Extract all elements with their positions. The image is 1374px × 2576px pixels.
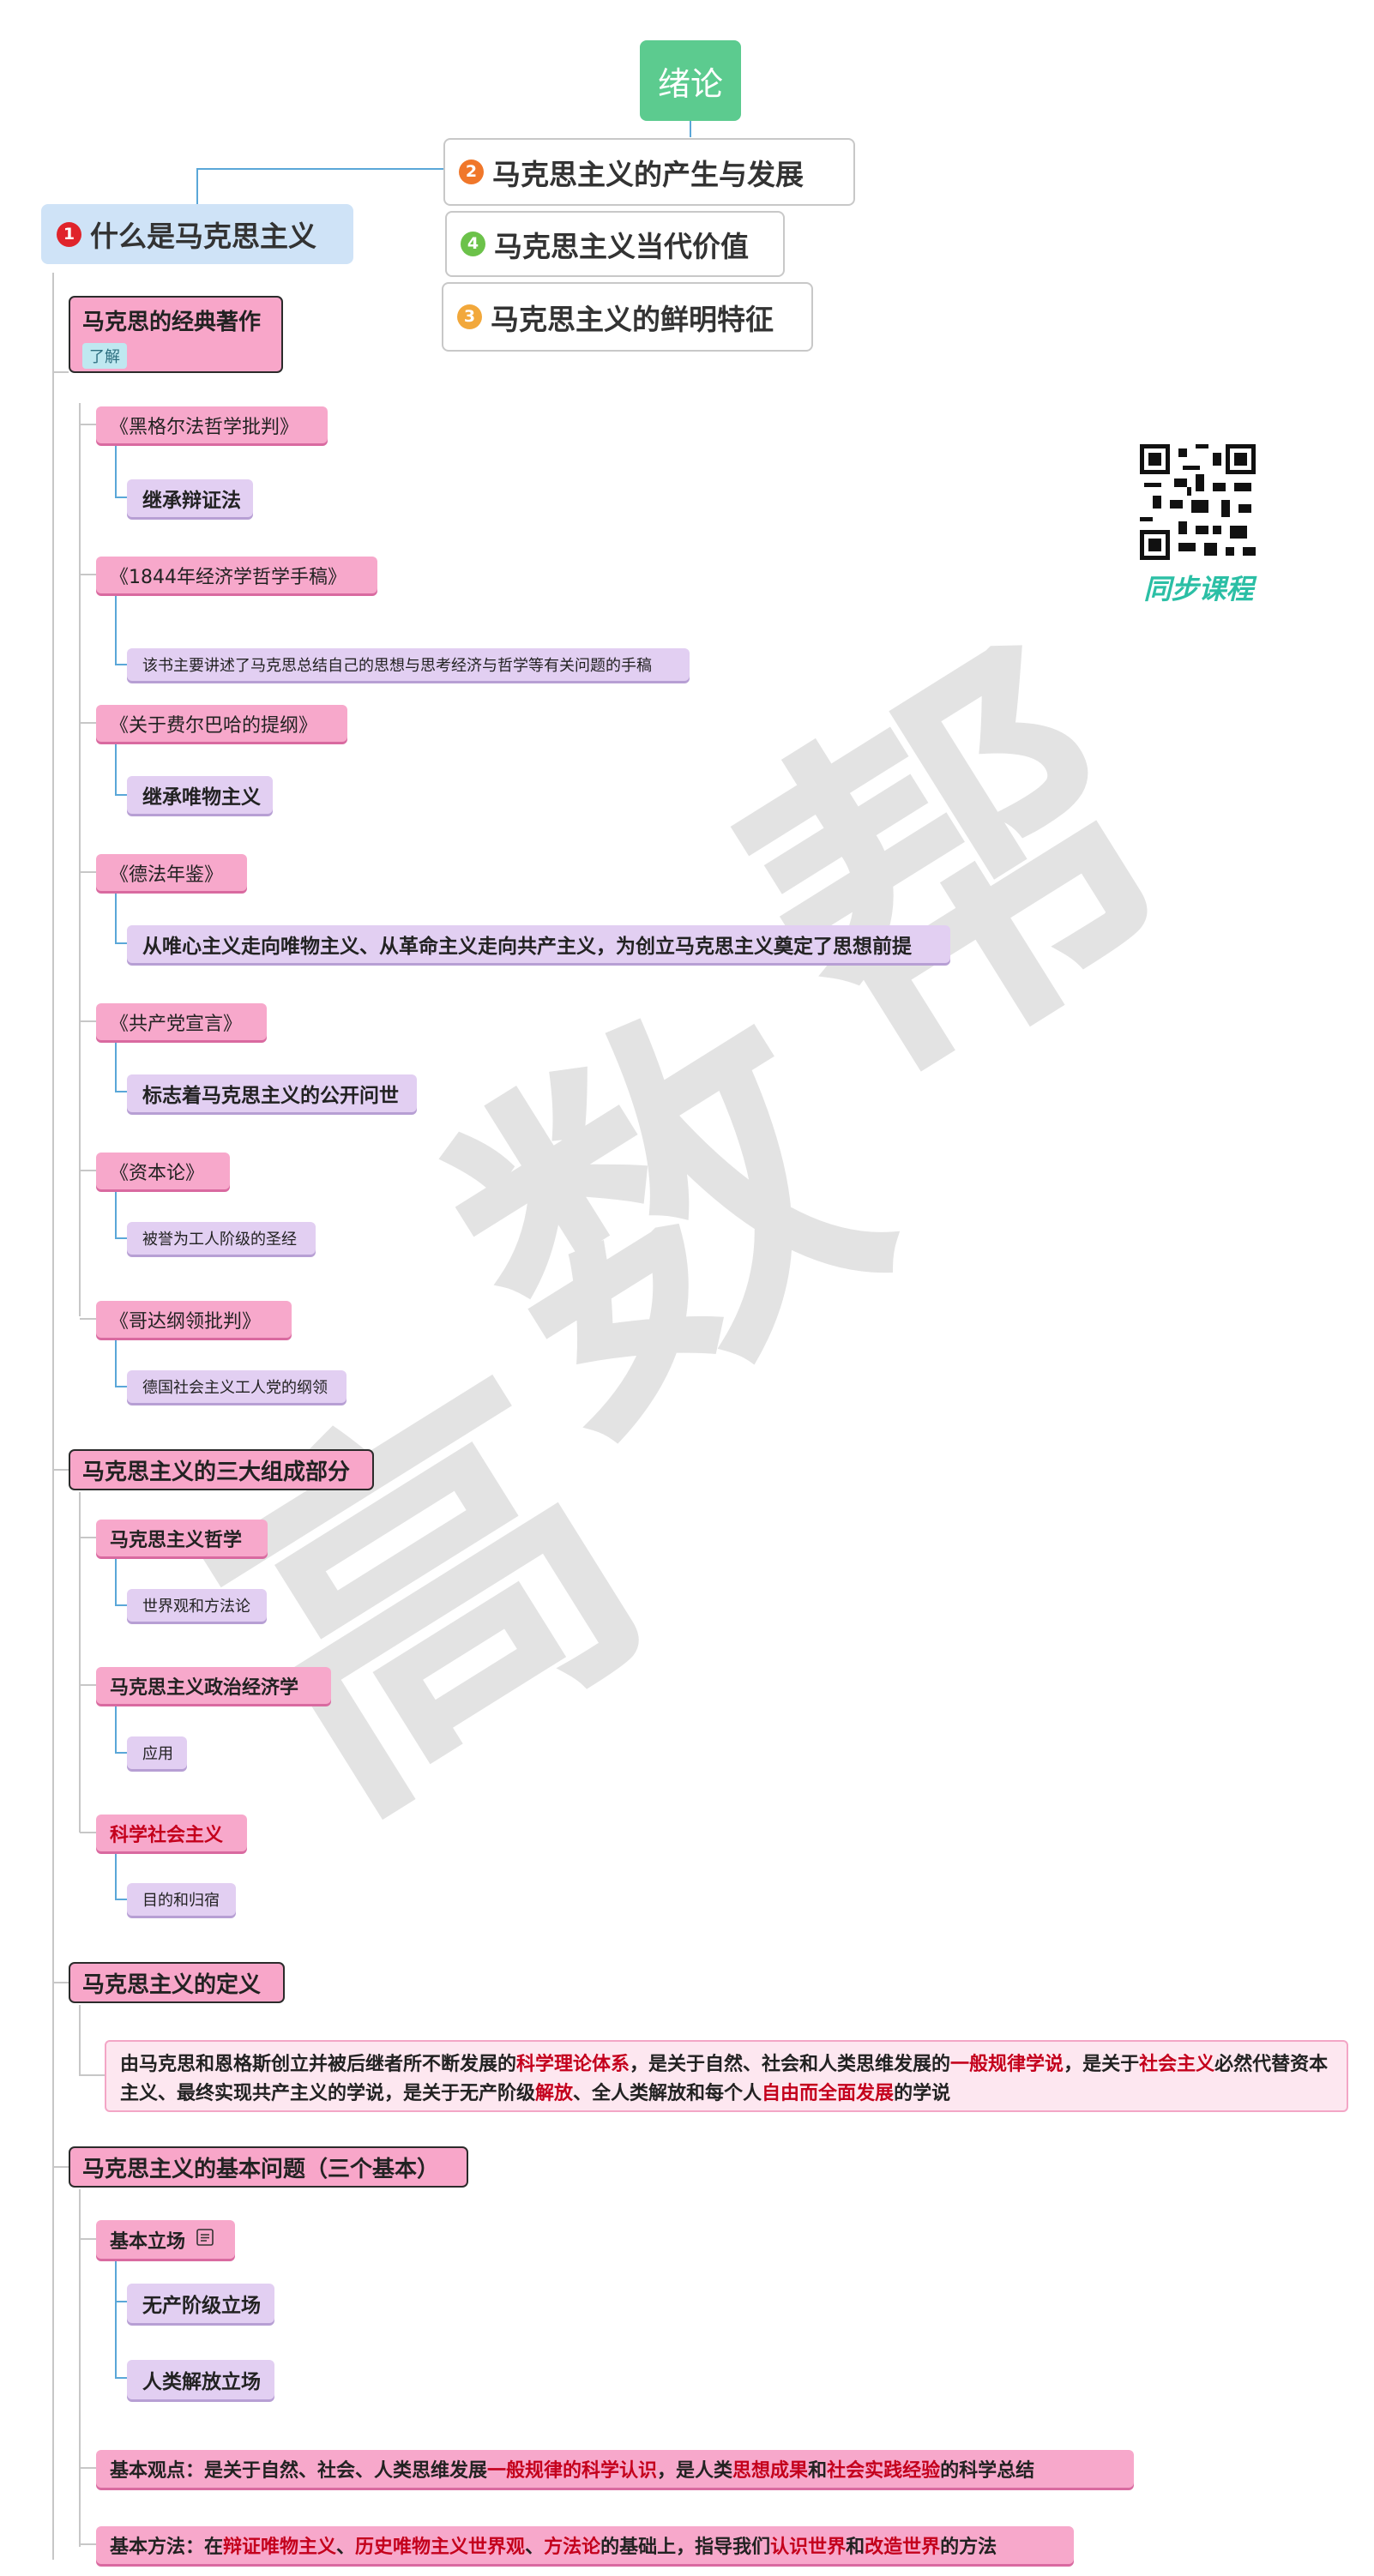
basic-viewpoint[interactable]: 基本观点：是关于自然、社会、人类思维发展 一般规律的科学认识 ，是人类 思想成果和社会… [96, 2450, 1134, 2488]
definition-part-9: 自由而全面发展 [762, 2083, 895, 2104]
method-part-5: 方法论 [544, 2537, 601, 2558]
branch-1-number-badge: 1 [57, 221, 81, 247]
understand-tag: 了解 [82, 343, 127, 369]
method-part-4: 、 [525, 2537, 545, 2558]
section-classic-works[interactable]: 马克思的经典著作 了解 [69, 296, 283, 373]
qr-caption: 同步课程 [1143, 573, 1254, 605]
section-definition[interactable]: 马克思主义的定义 [69, 1962, 285, 2003]
method-part-1: 辩证唯物主义 [223, 2537, 337, 2558]
component-scientific-socialism[interactable]: 科学社会主义 [96, 1815, 247, 1851]
basic-method[interactable]: 基本方法：在 辩证唯物主义、历史唯物主义世界观、方法论 的基础上，指导我们 认识世界和… [96, 2526, 1074, 2564]
work-hegel-critique[interactable]: 《黑格尔法哲学批判》 [96, 406, 328, 443]
work-das-kapital-desc: 被誉为工人阶级的圣经 [127, 1222, 316, 1255]
work-franco-german-annals-desc: 从唯心主义走向唯物主义、从革命主义走向共产主义，为创立马克思主义奠定了思想前提 [127, 925, 950, 963]
method-part-8: 和 [846, 2537, 865, 2558]
component-philosophy[interactable]: 马克思主义哲学 [96, 1520, 268, 1556]
stance-human-liberation: 人类解放立场 [127, 2360, 274, 2399]
method-part-7: 认识世界 [770, 2537, 847, 2558]
connector-lines [52, 121, 691, 2560]
definition-part-1: 科学理论体系 [516, 2054, 630, 2075]
method-part-2: 、 [336, 2537, 356, 2558]
definition-part-3: 一般规律学说 [950, 2054, 1064, 2075]
basic-stance-label: 基本立场 [110, 2230, 186, 2253]
qr-code-image [1140, 444, 1256, 560]
work-gotha-critique[interactable]: 《哥达纲领批判》 [96, 1301, 292, 1338]
component-political-economy[interactable]: 马克思主义政治经济学 [96, 1667, 331, 1704]
definition-part-4: ，是关于 [1064, 2054, 1140, 2075]
method-part-3: 历史唯物主义世界观 [355, 2537, 526, 2558]
work-communist-manifesto[interactable]: 《共产党宣言》 [96, 1003, 267, 1040]
definition-part-7: 解放 [535, 2083, 574, 2104]
section-classic-works-label: 马克思的经典著作 [82, 310, 262, 335]
work-communist-manifesto-desc: 标志着马克思主义的公开问世 [127, 1074, 417, 1112]
definition-part-10: 的学说 [894, 2083, 951, 2104]
method-part-0: 基本方法：在 [110, 2537, 224, 2558]
work-hegel-critique-desc: 继承辩证法 [127, 479, 253, 517]
branch-4-number-badge: 4 [461, 232, 485, 256]
definition-part-2: ，是关于自然、社会和人类思维发展的 [630, 2054, 951, 2075]
branch-4-label: 马克思主义当代价值 [494, 229, 749, 263]
viewpoint-part-4: 和 [808, 2460, 828, 2482]
viewpoint-part-5: 社会实践经验 [827, 2460, 941, 2482]
component-political-economy-desc: 应用 [127, 1736, 187, 1769]
method-part-9: 改造世界 [865, 2537, 941, 2558]
section-three-components[interactable]: 马克思主义的三大组成部分 [69, 1449, 374, 1490]
branch-1-label: 什么是马克思主义 [90, 220, 316, 253]
definition-part-5: 社会主义 [1139, 2054, 1215, 2075]
section-basic-questions[interactable]: 马克思主义的基本问题（三个基本） [69, 2146, 468, 2188]
branch-3-number-badge: 3 [457, 304, 482, 329]
work-das-kapital[interactable]: 《资本论》 [96, 1153, 230, 1189]
branch-3-label: 马克思主义的鲜明特征 [491, 302, 774, 336]
work-1844-manuscripts-desc: 该书主要讲述了马克思总结自己的思想与思考经济与哲学等有关问题的手稿 [127, 648, 690, 681]
viewpoint-part-2: ，是人类 [657, 2460, 733, 2482]
definition-part-8: 、全人类解放和每个人 [573, 2083, 762, 2104]
root-node[interactable]: 绪论 [640, 40, 741, 121]
branch-2-number-badge: 2 [459, 159, 484, 184]
definition-text: 由马克思和恩格斯创立并被后继者所不断发展的科学理论体系，是关于自然、社会和人类思… [105, 2040, 1348, 2112]
branch-2-node[interactable]: 2 马克思主义的产生与发展 [443, 138, 855, 206]
work-gotha-critique-desc: 德国社会主义工人党的纲领 [127, 1370, 347, 1403]
component-philosophy-desc: 世界观和方法论 [127, 1589, 267, 1622]
branch-1-node[interactable]: 1 什么是马克思主义 [41, 204, 353, 264]
viewpoint-part-3: 思想成果 [732, 2460, 809, 2482]
branch-2-label: 马克思主义的产生与发展 [492, 157, 804, 191]
viewpoint-part-6: 的科学总结 [940, 2460, 1035, 2482]
stance-proletariat: 无产阶级立场 [127, 2284, 274, 2323]
branch-3-node[interactable]: 3 马克思主义的鲜明特征 [442, 282, 813, 352]
method-part-10: 的方法 [940, 2537, 997, 2558]
work-feuerbach-theses-desc: 继承唯物主义 [127, 776, 273, 814]
viewpoint-part-1: 一般规律的科学认识 [487, 2460, 658, 2482]
component-scientific-socialism-desc: 目的和归宿 [127, 1883, 236, 1916]
method-part-6: 的基础上，指导我们 [600, 2537, 771, 2558]
viewpoint-part-0: 基本观点：是关于自然、社会、人类思维发展 [110, 2460, 488, 2482]
note-icon[interactable] [196, 2228, 214, 2252]
basic-stance[interactable]: 基本立场 [96, 2220, 235, 2259]
branch-4-node[interactable]: 4 马克思主义当代价值 [445, 211, 785, 277]
definition-part-0: 由马克思和恩格斯创立并被后继者所不断发展的 [120, 2054, 517, 2075]
work-1844-manuscripts[interactable]: 《1844年经济学哲学手稿》 [96, 557, 377, 593]
work-franco-german-annals[interactable]: 《德法年鉴》 [96, 854, 247, 891]
work-feuerbach-theses[interactable]: 《关于费尔巴哈的提纲》 [96, 705, 347, 742]
